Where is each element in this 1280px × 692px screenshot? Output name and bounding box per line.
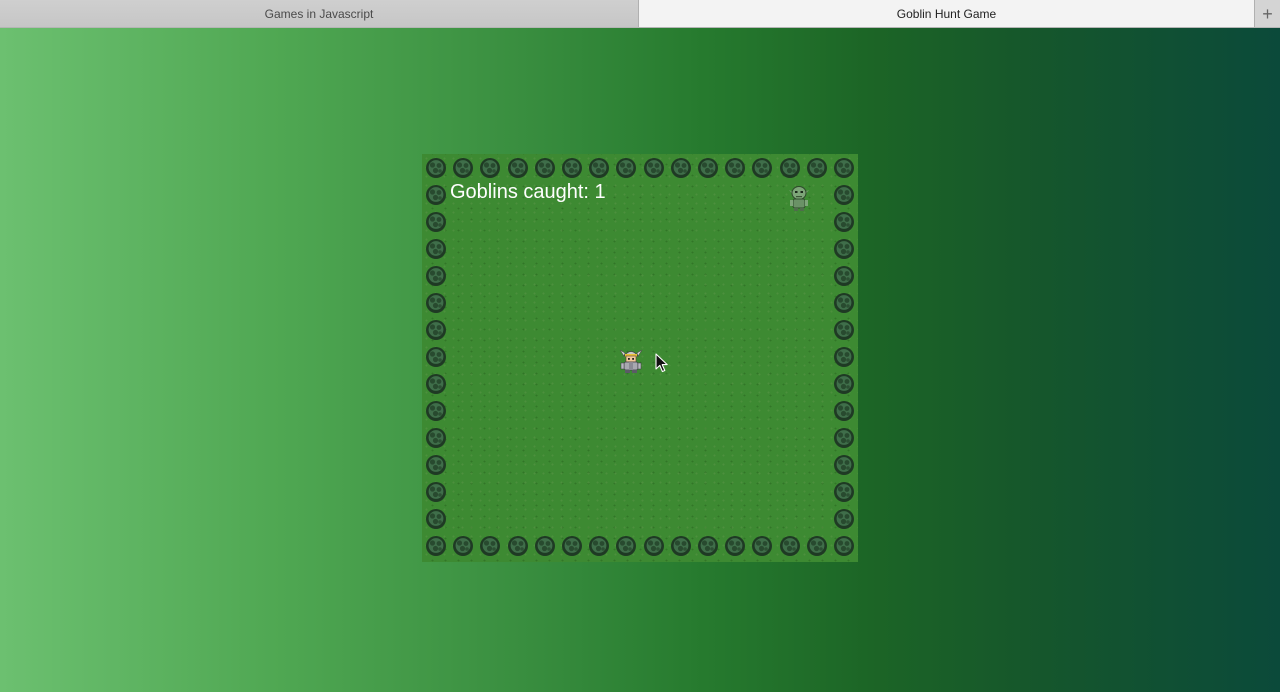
tree-icon	[453, 158, 474, 178]
mouse-cursor-icon	[655, 353, 668, 373]
tree-icon	[670, 536, 691, 556]
tree-icon	[779, 158, 800, 178]
tree-icon	[698, 536, 718, 556]
tree-icon	[834, 239, 854, 259]
tree-icon	[426, 293, 446, 313]
tree-icon	[643, 158, 664, 178]
score-text: Goblins caught: 1	[450, 181, 606, 203]
tree-icon	[834, 293, 854, 313]
plus-icon: +	[1262, 3, 1273, 24]
new-tab-button[interactable]: +	[1254, 0, 1280, 27]
tree-icon	[507, 536, 528, 556]
tree-icon	[426, 428, 446, 448]
game-canvas[interactable]: Goblins caught: 1	[422, 154, 858, 562]
tree-icon	[834, 482, 854, 502]
tree-icon	[670, 158, 691, 178]
tab-label: Games in Javascript	[264, 6, 374, 21]
tree-icon	[834, 509, 854, 529]
tree-icon	[834, 185, 854, 205]
tree-icon	[834, 266, 854, 286]
tree-icon	[834, 158, 854, 178]
tree-icon	[426, 185, 446, 205]
tree-icon	[426, 482, 446, 502]
tree-icon	[834, 374, 854, 394]
tree-icon	[562, 536, 582, 556]
tree-icon	[453, 536, 474, 556]
tree-icon	[806, 536, 827, 556]
tree-icon	[725, 158, 746, 178]
tree-icon	[426, 212, 446, 232]
tree-icon	[426, 536, 446, 556]
tree-icon	[752, 536, 773, 556]
tree-icon	[534, 158, 555, 178]
tree-icon	[725, 536, 746, 556]
goblin-sprite	[789, 186, 809, 211]
tree-icon	[589, 158, 610, 178]
tree-icon	[534, 536, 555, 556]
tree-icon	[834, 320, 854, 340]
page-background: Goblins caught: 1	[0, 28, 1280, 692]
tree-icon	[834, 212, 854, 232]
tree-icon	[752, 158, 773, 178]
tree-icon	[616, 536, 637, 556]
tree-icon	[834, 428, 854, 448]
tree-icon	[834, 536, 854, 556]
tree-icon	[834, 455, 854, 475]
tree-icon	[562, 158, 582, 178]
tree-icon	[426, 266, 446, 286]
tree-icon	[834, 347, 854, 367]
hero-sprite	[619, 349, 643, 373]
tree-icon	[616, 158, 637, 178]
tree-icon	[806, 158, 827, 178]
tree-icon	[643, 536, 664, 556]
tree-icon	[507, 158, 528, 178]
tree-icon	[426, 158, 446, 178]
tree-icon	[426, 239, 446, 259]
tab-games-in-javascript[interactable]: Games in Javascript	[0, 0, 639, 27]
tree-icon	[426, 347, 446, 367]
tree-icon	[480, 158, 501, 178]
tree-icon	[426, 401, 446, 421]
tree-icon	[589, 536, 610, 556]
tree-icon	[426, 320, 446, 340]
tree-icon	[779, 536, 800, 556]
tree-icon	[426, 374, 446, 394]
tree-icon	[698, 158, 718, 178]
tree-icon	[426, 509, 446, 529]
tab-goblin-hunt-game[interactable]: Goblin Hunt Game	[639, 0, 1254, 27]
tree-icon	[426, 455, 446, 475]
tree-icon	[480, 536, 501, 556]
tree-icon	[834, 401, 854, 421]
tab-label: Goblin Hunt Game	[896, 6, 997, 21]
tab-bar: Games in Javascript Goblin Hunt Game +	[0, 0, 1280, 28]
